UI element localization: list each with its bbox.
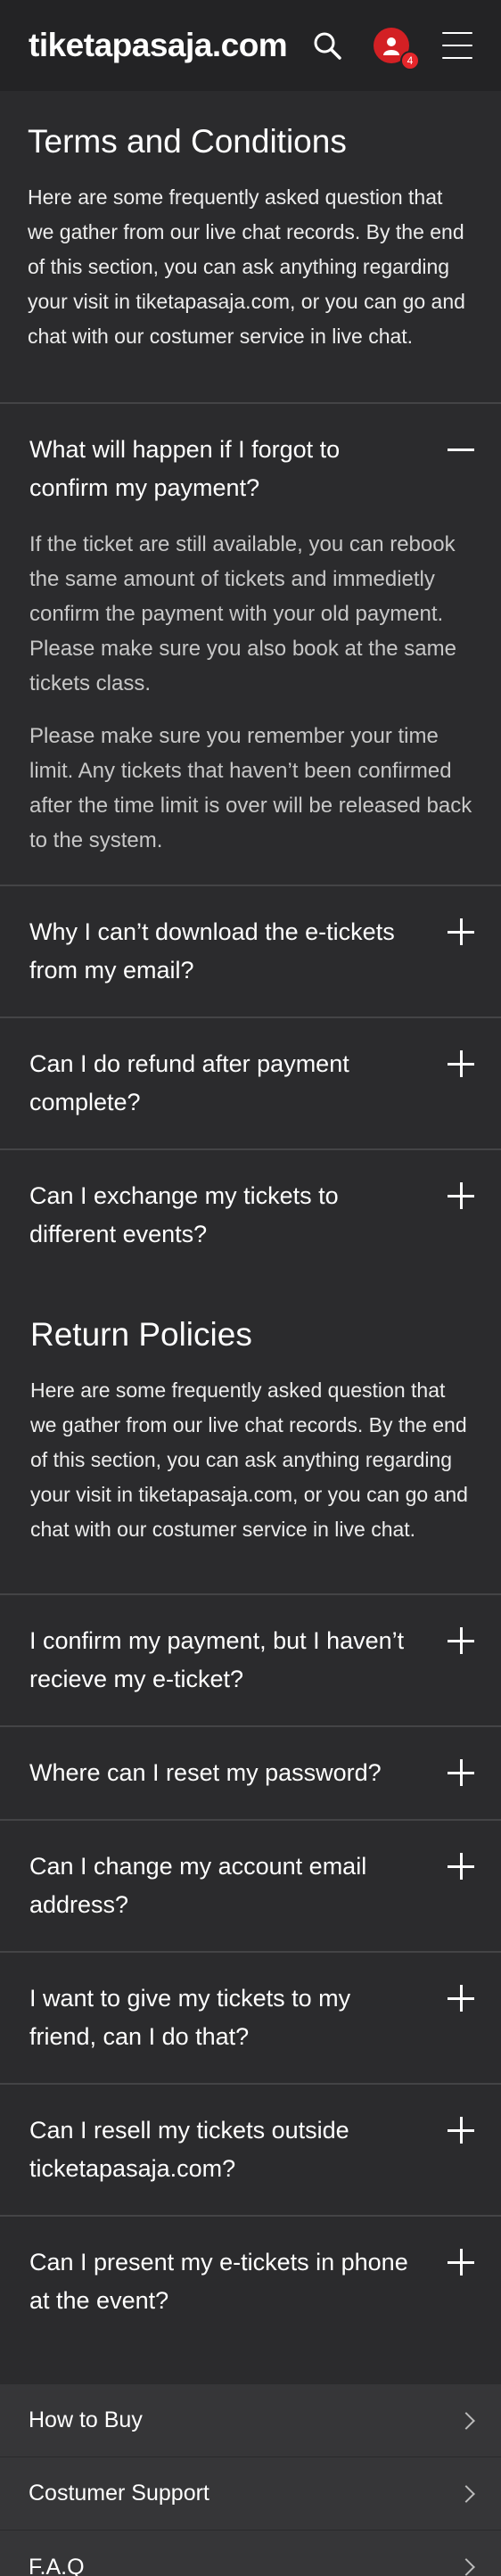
chevron-right-icon xyxy=(457,2558,475,2576)
faq-item[interactable]: Can I do refund after payment complete? xyxy=(0,1016,501,1148)
footer-link-label: Costumer Support xyxy=(29,2481,209,2506)
faq-item[interactable]: Can I resell my tickets outside ticketap… xyxy=(0,2083,501,2215)
faq-question[interactable]: What will happen if I forgot to confirm … xyxy=(29,431,422,507)
faq-item[interactable]: Can I exchange my tickets to different e… xyxy=(0,1148,501,1280)
footer-link-label: How to Buy xyxy=(29,2407,143,2432)
footer-link-costumer-support[interactable]: Costumer Support xyxy=(0,2457,501,2531)
faq-item[interactable]: What will happen if I forgot to confirm … xyxy=(0,402,501,885)
expand-icon[interactable] xyxy=(448,1759,474,1786)
faq-question[interactable]: Can I present my e-tickets in phone at t… xyxy=(29,2243,422,2320)
faq-question[interactable]: Can I resell my tickets outside ticketap… xyxy=(29,2111,422,2188)
page: tiketapasaja.com 4 Terms and Conditions … xyxy=(0,0,501,2576)
faq-answer-paragraph: Please make sure you remember your time … xyxy=(29,724,472,852)
terms-faq-list: What will happen if I forgot to confirm … xyxy=(0,402,501,1280)
faq-item[interactable]: Where can I reset my password? xyxy=(0,1725,501,1819)
site-logo[interactable]: tiketapasaja.com xyxy=(29,27,311,64)
chevron-right-icon xyxy=(457,2411,475,2430)
footer-link-how-to-buy[interactable]: How to Buy xyxy=(0,2384,501,2457)
returns-faq-list: I confirm my payment, but I haven’t reci… xyxy=(0,1593,501,2347)
terms-title: Terms and Conditions xyxy=(28,123,347,160)
faq-item[interactable]: Why I can’t download the e-tickets from … xyxy=(0,885,501,1016)
hamburger-menu-icon[interactable] xyxy=(442,32,472,59)
collapse-icon[interactable] xyxy=(448,436,474,463)
faq-question[interactable]: Can I exchange my tickets to different e… xyxy=(29,1177,422,1254)
returns-intro: Return Policies Here are some frequently… xyxy=(0,1280,501,1593)
faq-answer-paragraph: If the ticket are still available, you c… xyxy=(29,532,456,695)
expand-icon[interactable] xyxy=(448,1627,474,1654)
expand-icon[interactable] xyxy=(448,1853,474,1880)
faq-answer: If the ticket are still available, you c… xyxy=(29,527,474,858)
expand-icon[interactable] xyxy=(448,2117,474,2144)
chevron-right-icon xyxy=(457,2484,475,2503)
user-avatar-button[interactable]: 4 xyxy=(374,26,420,70)
faq-item[interactable]: I confirm my payment, but I haven’t reci… xyxy=(0,1593,501,1725)
expand-icon[interactable] xyxy=(448,1985,474,2012)
footer-link-faq[interactable]: F.A.Q xyxy=(0,2531,501,2576)
faq-question[interactable]: Can I do refund after payment complete? xyxy=(29,1045,422,1122)
top-navbar: tiketapasaja.com 4 xyxy=(0,0,501,91)
terms-description: Here are some frequently asked question … xyxy=(28,185,465,348)
returns-title: Return Policies xyxy=(30,1316,252,1353)
faq-question[interactable]: I want to give my tickets to my friend, … xyxy=(29,1979,422,2056)
faq-question[interactable]: Why I can’t download the e-tickets from … xyxy=(29,913,422,990)
footer-link-label: F.A.Q xyxy=(29,2554,85,2576)
expand-icon[interactable] xyxy=(448,918,474,945)
faq-item[interactable]: Can I change my account email address? xyxy=(0,1819,501,1951)
search-icon[interactable] xyxy=(311,29,343,62)
faq-item[interactable]: I want to give my tickets to my friend, … xyxy=(0,1951,501,2083)
faq-question[interactable]: Where can I reset my password? xyxy=(29,1754,382,1792)
expand-icon[interactable] xyxy=(448,2249,474,2276)
terms-intro: Terms and Conditions Here are some frequ… xyxy=(0,91,501,402)
expand-icon[interactable] xyxy=(448,1050,474,1077)
faq-item[interactable]: Can I present my e-tickets in phone at t… xyxy=(0,2215,501,2347)
faq-question[interactable]: I confirm my payment, but I haven’t reci… xyxy=(29,1622,422,1699)
footer-nav: How to Buy Costumer Support F.A.Q xyxy=(0,2384,501,2576)
returns-description: Here are some frequently asked question … xyxy=(30,1379,468,1541)
expand-icon[interactable] xyxy=(448,1182,474,1209)
notification-badge: 4 xyxy=(400,51,420,70)
faq-question[interactable]: Can I change my account email address? xyxy=(29,1848,422,1924)
